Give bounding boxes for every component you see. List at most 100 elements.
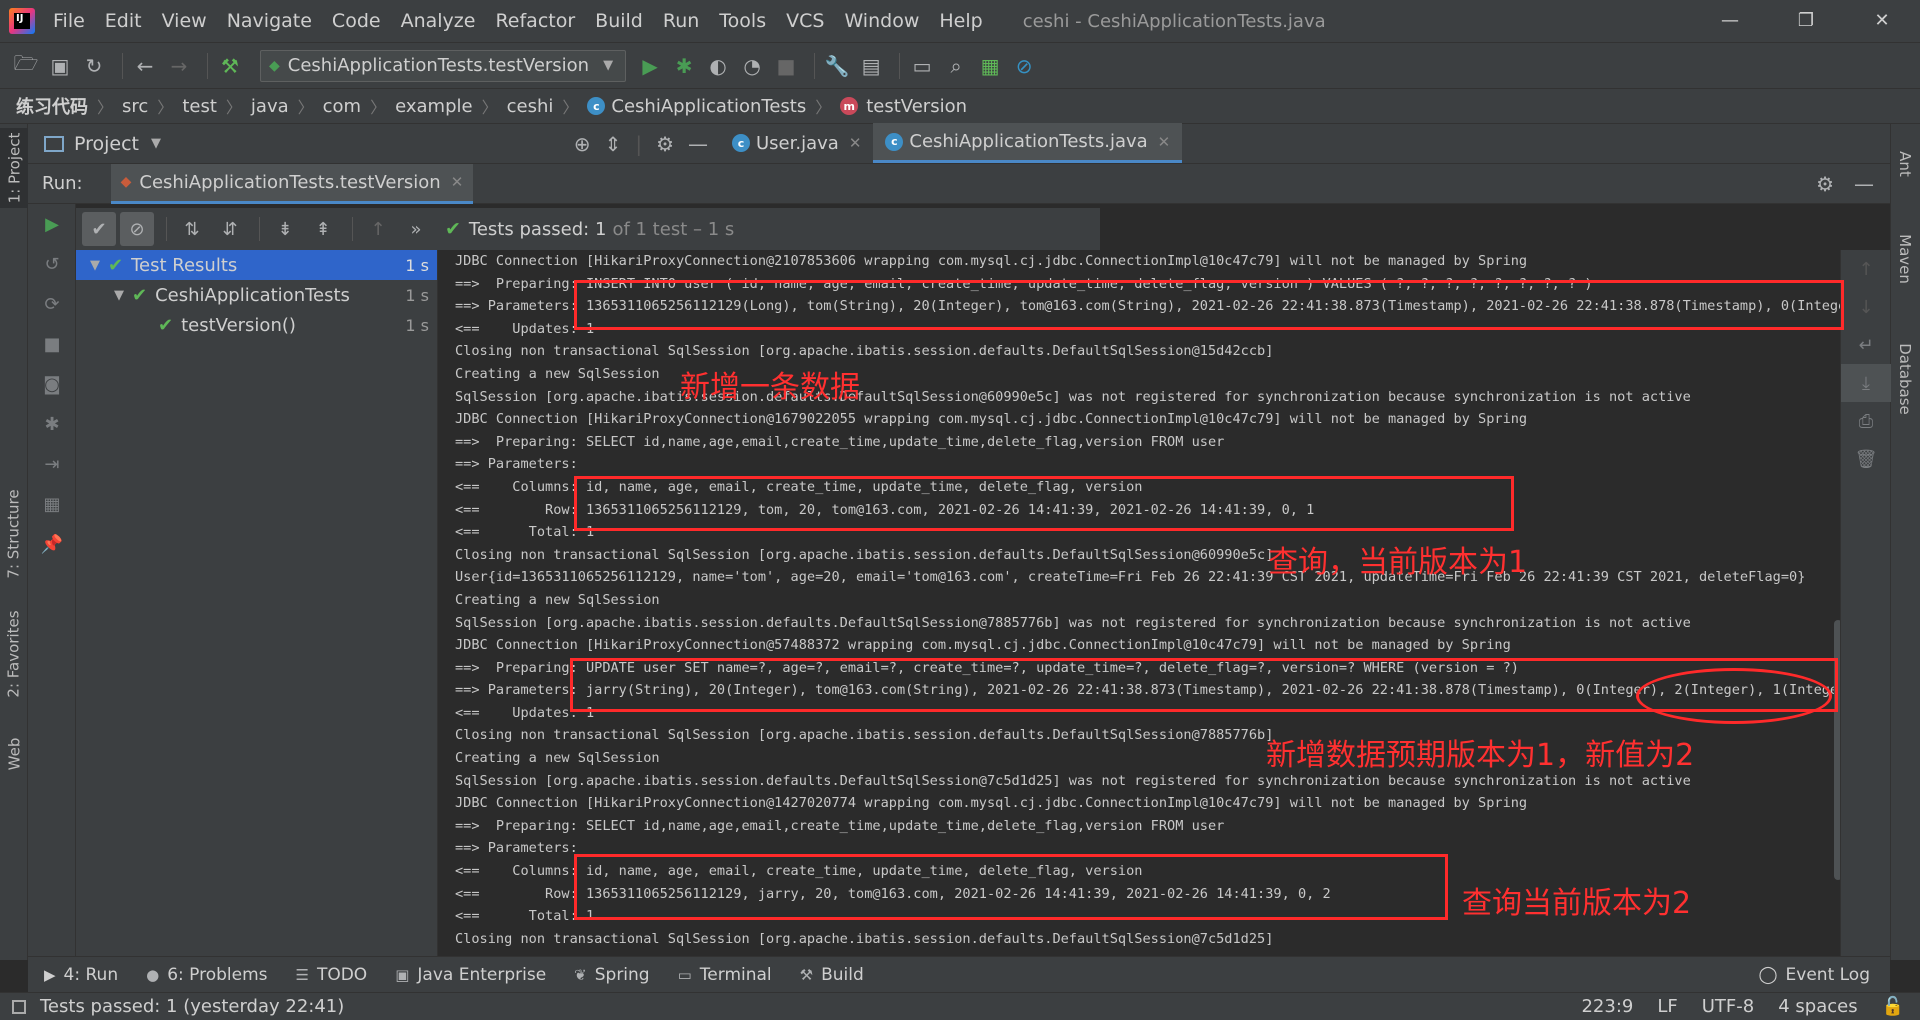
print-icon[interactable]: ⎙ [1841, 402, 1891, 440]
close-icon[interactable]: ✕ [451, 173, 464, 191]
file-encoding[interactable]: UTF-8 [1702, 996, 1754, 1017]
scroll-down-icon[interactable]: ↓ [1841, 288, 1891, 326]
menu-edit[interactable]: Edit [95, 0, 152, 42]
sync-icon[interactable]: ↻ [80, 52, 108, 80]
run-configuration-select[interactable]: ◆ CeshiApplicationTests.testVersion ▼ [260, 49, 627, 82]
run-play-icon[interactable]: ▶ [636, 52, 664, 80]
bottom-tab-java-enterprise[interactable]: ▣ Java Enterprise [395, 965, 546, 985]
gear-icon[interactable]: ⚙ [1816, 172, 1834, 196]
breadcrumb-item-class[interactable]: c CeshiApplicationTests [587, 96, 806, 117]
show-passed-icon[interactable]: ✔ [82, 212, 116, 246]
profile-icon[interactable]: ◔ [738, 52, 766, 80]
collapse-all-icon[interactable]: ⇞ [306, 212, 340, 246]
collapse-all-icon[interactable]: ⇕ [605, 132, 622, 156]
stop-icon[interactable]: ■ [28, 324, 76, 364]
build-hammer-icon[interactable]: ⚒ [216, 52, 244, 80]
rerun-icon[interactable]: ▶ [28, 204, 76, 244]
locate-icon[interactable]: ⊕ [574, 132, 591, 156]
tool-tab-maven[interactable]: Maven [1890, 214, 1920, 304]
tree-row-test-results[interactable]: ▼ ✔ Test Results 1 s [76, 250, 437, 280]
bottom-tab-problems[interactable]: ● 6: Problems [146, 965, 267, 985]
export-icon[interactable]: ⇥ [28, 444, 76, 484]
hide-panel-icon[interactable]: — [688, 132, 708, 156]
run-tab[interactable]: ◆ CeshiApplicationTests.testVersion ✕ [110, 163, 474, 204]
pin-icon[interactable]: 📌 [28, 524, 76, 564]
hide-panel-icon[interactable]: — [1854, 172, 1874, 196]
tree-row-class[interactable]: ▼ ✔ CeshiApplicationTests 1 s [76, 280, 437, 310]
menu-build[interactable]: Build [585, 0, 653, 42]
project-structure-icon[interactable]: ▤ [857, 52, 885, 80]
scroll-to-end-icon[interactable]: ⤓ [1841, 364, 1891, 402]
search-icon[interactable]: ⌕ [942, 52, 970, 80]
chevron-down-icon[interactable]: ▼ [114, 288, 132, 303]
debug-icon[interactable]: ✱ [28, 404, 76, 444]
tool-tab-ant[interactable]: Ant [1890, 134, 1920, 194]
bottom-tab-build[interactable]: ⚒ Build [800, 965, 864, 985]
status-toggle-icon[interactable] [12, 999, 26, 1014]
tool-tab-structure[interactable]: 7: Structure [0, 484, 28, 584]
chevron-down-icon[interactable]: ▼ [90, 258, 108, 273]
breadcrumb-item[interactable]: java [251, 96, 289, 117]
gear-icon[interactable]: ⚙ [656, 132, 674, 156]
more-icon[interactable]: » [399, 212, 433, 246]
power-save-icon[interactable]: ⊘ [1010, 52, 1038, 80]
menu-view[interactable]: View [152, 0, 217, 42]
line-separator[interactable]: LF [1657, 996, 1677, 1017]
sort-alpha-icon[interactable]: ⇅ [175, 212, 209, 246]
menu-navigate[interactable]: Navigate [217, 0, 322, 42]
close-icon[interactable]: ✕ [1158, 133, 1171, 151]
project-panel-title[interactable]: Project [74, 133, 139, 155]
breadcrumb-item-method[interactable]: m testVersion [840, 96, 967, 117]
chevron-down-icon[interactable]: ▼ [151, 136, 161, 151]
statistics-icon[interactable]: ▦ [976, 52, 1004, 80]
debug-bug-icon[interactable]: ✱ [670, 52, 698, 80]
terminal-toolbar-icon[interactable]: ▭ [908, 52, 936, 80]
soft-wrap-icon[interactable]: ↵ [1841, 326, 1891, 364]
menu-file[interactable]: File [43, 0, 95, 42]
menu-code[interactable]: Code [322, 0, 391, 42]
breadcrumb-item[interactable]: test [182, 96, 217, 117]
breadcrumb-item[interactable]: ceshi [507, 96, 554, 117]
menu-vcs[interactable]: VCS [776, 0, 834, 42]
minimize-icon[interactable]: — [1692, 0, 1768, 42]
previous-failed-icon[interactable]: ↑ [361, 212, 395, 246]
breadcrumb-item[interactable]: 练习代码 [16, 93, 88, 119]
tab-ceshi-application-tests[interactable]: c CeshiApplicationTests.java ✕ [873, 123, 1183, 163]
menu-refactor[interactable]: Refactor [485, 0, 585, 42]
bottom-tab-terminal[interactable]: ▭ Terminal [678, 965, 772, 985]
camera-icon[interactable]: ◙ [28, 364, 76, 404]
show-ignored-icon[interactable]: ⊘ [120, 212, 154, 246]
menu-window[interactable]: Window [834, 0, 929, 42]
close-icon[interactable]: ✕ [849, 134, 862, 152]
cursor-position[interactable]: 223:9 [1581, 996, 1633, 1017]
tool-tab-web[interactable]: Web [0, 724, 28, 784]
menu-tools[interactable]: Tools [709, 0, 776, 42]
trash-icon[interactable]: 🗑 [1841, 440, 1891, 478]
stop-icon[interactable]: ■ [772, 52, 800, 80]
indent-setting[interactable]: 4 spaces [1778, 996, 1857, 1017]
breadcrumb-item[interactable]: com [323, 96, 361, 117]
menu-analyze[interactable]: Analyze [391, 0, 486, 42]
back-arrow-icon[interactable]: ← [131, 52, 159, 80]
console-output[interactable]: JDBC Connection [HikariProxyConnection@2… [440, 250, 1840, 956]
event-log-button[interactable]: ◯ Event Log [1759, 965, 1871, 985]
toggle-autotest-icon[interactable]: ⟳ [28, 284, 76, 324]
close-window-icon[interactable]: ✕ [1844, 0, 1920, 42]
rerun-failed-icon[interactable]: ↺ [28, 244, 76, 284]
tree-row-method[interactable]: ✔ testVersion() 1 s [76, 310, 437, 340]
bottom-tab-run[interactable]: ▶ 4: Run [44, 965, 118, 985]
tab-user-java[interactable]: c User.java ✕ [720, 123, 873, 163]
layout-icon[interactable]: ▦ [28, 484, 76, 524]
expand-all-icon[interactable]: ⇟ [268, 212, 302, 246]
open-folder-icon[interactable]: 🗁 [12, 51, 40, 80]
tool-tab-favorites[interactable]: 2: Favorites [0, 604, 28, 704]
menu-help[interactable]: Help [929, 0, 992, 42]
bottom-tab-spring[interactable]: ❦ Spring [574, 965, 649, 985]
forward-arrow-icon[interactable]: → [165, 52, 193, 80]
bottom-tab-todo[interactable]: ☰ TODO [296, 965, 368, 985]
tool-tab-project[interactable]: 1: Project [0, 128, 28, 208]
settings-wrench-icon[interactable]: 🔧 [823, 52, 851, 80]
sort-duration-icon[interactable]: ⇵ [213, 212, 247, 246]
status-message[interactable]: Tests passed: 1 (yesterday 22:41) [40, 996, 344, 1017]
breadcrumb-item[interactable]: example [395, 96, 472, 117]
